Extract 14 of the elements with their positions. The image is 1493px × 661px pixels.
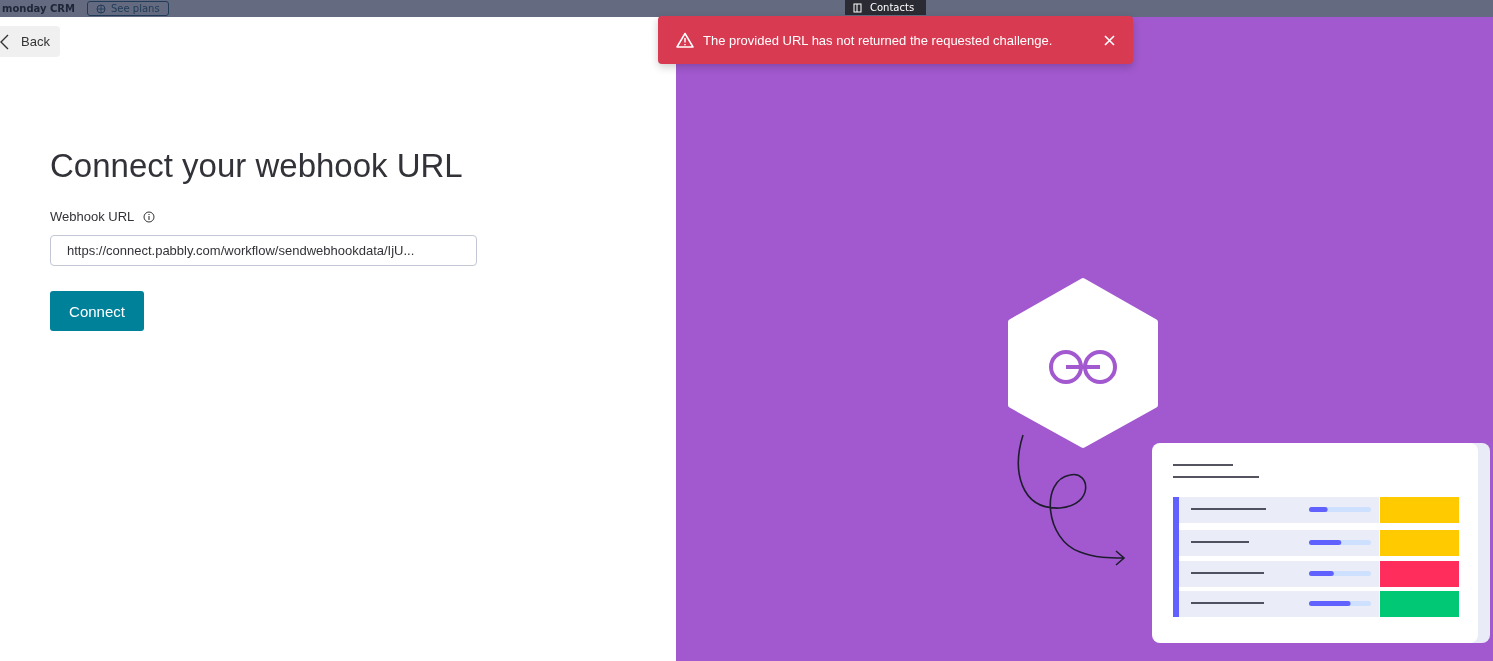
board-icon	[853, 2, 862, 13]
brand-name: monday CRM	[2, 3, 75, 14]
toast-message: The provided URL has not returned the requested challenge.	[703, 32, 1053, 48]
globe-icon	[96, 3, 106, 14]
info-icon[interactable]	[143, 210, 156, 223]
close-icon[interactable]	[1104, 34, 1115, 46]
field-label: Webhook URL	[50, 209, 135, 224]
page-title: Connect your webhook URL	[50, 147, 464, 185]
warning-icon	[676, 32, 694, 48]
connect-button[interactable]: Connect	[50, 291, 144, 331]
chevron-left-icon	[0, 33, 9, 50]
webhook-url-field[interactable]: https://connect.pabbly.com/workflow/sendwebhookdata/IjU...	[50, 235, 477, 266]
board-tab[interactable]: Contacts	[845, 0, 927, 15]
back-button[interactable]: Back	[0, 26, 60, 57]
